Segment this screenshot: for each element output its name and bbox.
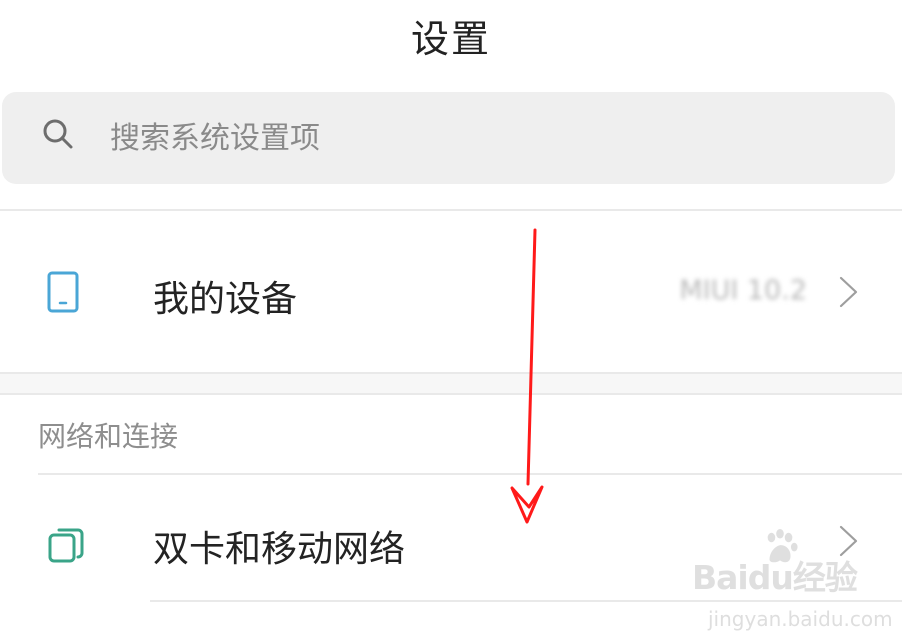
network-item-label: 双卡和移动网络 [153, 529, 406, 570]
settings-screen: 设置 我的设备 MIUI 10.2 网络和连接 双卡和移动网络 [0, 0, 902, 638]
search-icon [43, 119, 73, 149]
miui-version-value: MIUI 10.2 [679, 275, 807, 306]
chevron-right-icon [839, 276, 858, 308]
section-gap [0, 374, 902, 394]
divider-top [0, 209, 902, 211]
phone-icon [47, 271, 79, 313]
network-item-sim[interactable]: 双卡和移动网络 [0, 476, 902, 600]
watermark-url: jingyan.baidu.com [708, 607, 893, 631]
divider-network-bottom [150, 600, 902, 602]
network-section-header: 网络和连接 [38, 420, 179, 453]
my-device-label: 我的设备 [153, 279, 298, 320]
divider-section-top [0, 393, 902, 395]
search-bar[interactable] [2, 92, 895, 184]
divider-section-header-bottom [38, 473, 902, 475]
chevron-right-icon [839, 525, 858, 557]
my-device-row[interactable]: 我的设备 MIUI 10.2 [0, 212, 902, 372]
sim-cards-icon [48, 528, 84, 563]
page-title: 设置 [410, 17, 491, 61]
search-input[interactable] [110, 115, 760, 161]
